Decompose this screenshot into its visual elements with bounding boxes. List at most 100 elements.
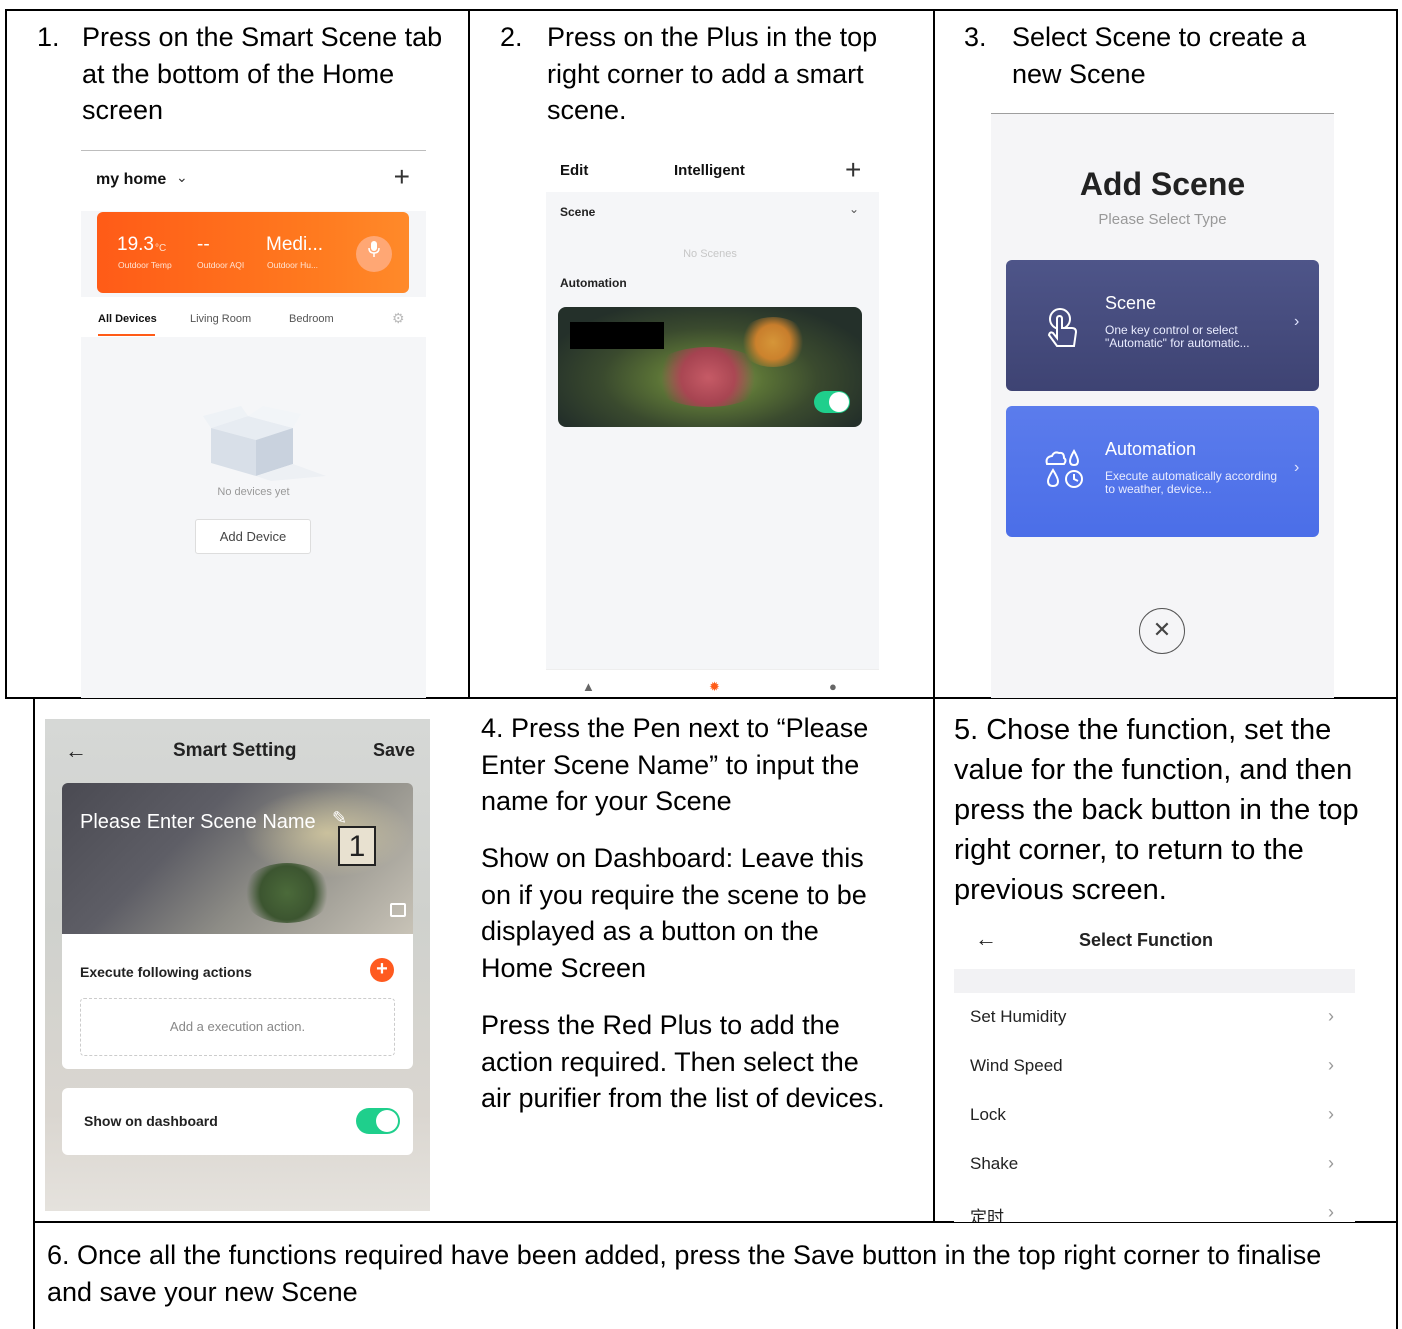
tab-living-room[interactable]: Living Room xyxy=(190,313,251,325)
function-label: Shake xyxy=(970,1154,1019,1173)
active-tab-indicator xyxy=(98,334,155,336)
step-text: Press on the Smart Scene tab at the bott… xyxy=(82,22,443,125)
profile-tab-icon[interactable]: ● xyxy=(829,679,837,694)
cover-image-detail xyxy=(242,863,332,923)
tab-bedroom[interactable]: Bedroom xyxy=(289,313,334,325)
step-1-instruction: 1. Press on the Smart Scene tab at the b… xyxy=(37,19,457,129)
step-4-instruction: 4. Press the Pen next to “Please Enter S… xyxy=(481,710,921,1160)
cover-image-frame: 1 xyxy=(338,826,376,866)
dashboard-panel: Show on dashboard xyxy=(62,1088,413,1155)
bottom-nav: ▲ ✹ ● xyxy=(546,669,879,695)
add-scene-screenshot: Add Scene Please Select Type Scene One k… xyxy=(991,113,1334,698)
step-4-text-dashboard: Show on Dashboard: Leave this on if you … xyxy=(481,843,867,983)
page-title: Add Scene xyxy=(1079,166,1246,202)
temp-unit: °C xyxy=(155,243,167,254)
step-number: 1. xyxy=(37,22,60,52)
home-tab-icon[interactable]: ▲ xyxy=(582,679,595,694)
add-device-button[interactable]: Add Device xyxy=(195,519,311,554)
edit-button[interactable]: Edit xyxy=(560,162,588,179)
function-label: Lock xyxy=(970,1105,1006,1124)
add-icon[interactable]: + xyxy=(845,154,861,186)
add-action-plus-icon[interactable]: + xyxy=(370,958,394,982)
home-top-bar: my home ⌄ + xyxy=(81,151,426,211)
function-item[interactable]: Lock › xyxy=(954,1091,1355,1140)
step-3-instruction: 3. Select Scene to create a new Scene xyxy=(964,19,1389,94)
tab-all-devices[interactable]: All Devices xyxy=(98,313,157,325)
image-icon[interactable] xyxy=(390,903,406,917)
outdoor-aqi-value: -- xyxy=(197,234,210,255)
function-label: 定时 xyxy=(970,1208,1004,1222)
step-number: 3. xyxy=(964,22,987,52)
back-arrow-icon[interactable]: ← xyxy=(65,738,87,764)
weather-clock-icon xyxy=(1045,448,1083,488)
step-6-text: 6. Once all the functions required have … xyxy=(47,1240,1322,1307)
outdoor-temp-value: 19.3 xyxy=(117,234,154,255)
redacted-label xyxy=(570,322,664,349)
scene-section-label: Scene xyxy=(560,205,596,219)
microphone-icon[interactable] xyxy=(356,236,392,272)
show-dashboard-label: Show on dashboard xyxy=(84,1113,218,1129)
table-col-divider-1 xyxy=(468,9,470,699)
step-5-instruction: 5. Chose the function, set the value for… xyxy=(954,710,1384,910)
chevron-down-icon[interactable]: ⌄ xyxy=(176,169,188,186)
automation-toggle[interactable] xyxy=(814,391,850,413)
table-col-divider-2 xyxy=(933,9,935,1223)
page-title: Select Function xyxy=(1079,930,1214,950)
function-item[interactable]: 定时 › xyxy=(954,1189,1355,1222)
chevron-right-icon: › xyxy=(1328,1006,1334,1026)
function-label: Wind Speed xyxy=(970,1056,1063,1075)
chevron-right-icon: › xyxy=(1328,1202,1334,1222)
room-tabs: All Devices Living Room Bedroom ⚙ xyxy=(81,297,426,337)
smart-scene-tab-icon[interactable]: ✹ xyxy=(709,679,720,695)
automation-card[interactable] xyxy=(558,307,862,427)
step-5-text: 5. Chose the function, set the value for… xyxy=(954,714,1359,906)
save-button[interactable]: Save xyxy=(373,740,415,761)
scene-cover-image: 1 Please Enter Scene Name ✎ xyxy=(62,783,413,934)
step-text: Select Scene to create a new Scene xyxy=(1012,22,1307,89)
gear-icon[interactable]: ⚙ xyxy=(392,310,405,327)
scene-name-input[interactable]: Please Enter Scene Name xyxy=(80,811,316,834)
table-border-left xyxy=(5,9,7,699)
actions-label: Execute following actions xyxy=(80,964,252,980)
step-number: 2. xyxy=(500,22,523,52)
back-arrow-icon[interactable]: ← xyxy=(975,926,997,952)
smart-setting-screenshot: ← Smart Setting Save 1 Please Enter Scen… xyxy=(45,719,430,1211)
automation-option-card[interactable]: Automation Execute automatically accordi… xyxy=(1006,406,1319,537)
option-title: Automation xyxy=(1105,439,1197,459)
show-dashboard-toggle[interactable] xyxy=(356,1108,400,1134)
add-icon[interactable]: + xyxy=(394,161,410,193)
home-screen-screenshot: my home ⌄ + 19.3 °C -- Medi... Outdoor T… xyxy=(81,150,426,698)
intelligent-screen-screenshot: Edit Intelligent + Scene ⌄ No Scenes Aut… xyxy=(546,150,879,695)
step-text: Press on the Plus in the top right corne… xyxy=(547,22,878,125)
page-title: Intelligent xyxy=(674,162,745,179)
chevron-right-icon: › xyxy=(1294,459,1300,476)
outdoor-aqi-label: Outdoor AQI xyxy=(197,260,245,270)
function-item[interactable]: Shake › xyxy=(954,1140,1355,1189)
option-description: One key control or select "Automatic" fo… xyxy=(1105,323,1250,350)
pen-icon[interactable]: ✎ xyxy=(332,808,347,829)
section-gap xyxy=(954,969,1355,993)
select-function-screenshot: ← Select Function Set Humidity › Wind Sp… xyxy=(954,914,1355,1222)
function-item[interactable]: Set Humidity › xyxy=(954,993,1355,1042)
chevron-right-icon: › xyxy=(1294,313,1300,330)
table-border-right xyxy=(1396,9,1398,1329)
close-icon[interactable]: ✕ xyxy=(1139,608,1185,654)
scene-option-card[interactable]: Scene One key control or select "Automat… xyxy=(1006,260,1319,391)
chevron-right-icon: › xyxy=(1328,1055,1334,1075)
page-title: Smart Setting xyxy=(173,740,297,761)
table-border-top xyxy=(5,9,1398,11)
outdoor-humidity-value: Medi... xyxy=(266,234,324,255)
outdoor-temp-label: Outdoor Temp xyxy=(118,260,172,270)
option-description: Execute automatically according to weath… xyxy=(1105,469,1278,496)
empty-box-icon xyxy=(203,406,326,481)
home-selector[interactable]: my home xyxy=(96,171,166,189)
automation-section-label: Automation xyxy=(560,276,627,290)
chevron-down-icon[interactable]: ⌄ xyxy=(849,202,859,216)
function-item[interactable]: Wind Speed › xyxy=(954,1042,1355,1091)
add-action-placeholder[interactable]: Add a execution action. xyxy=(80,998,395,1056)
empty-scenes-text: No Scenes xyxy=(683,248,737,260)
step-2-instruction: 2. Press on the Plus in the top right co… xyxy=(500,19,925,129)
toggle-knob xyxy=(829,392,849,412)
toggle-knob xyxy=(376,1110,398,1132)
actions-panel: Execute following actions + Add a execut… xyxy=(62,934,413,1069)
